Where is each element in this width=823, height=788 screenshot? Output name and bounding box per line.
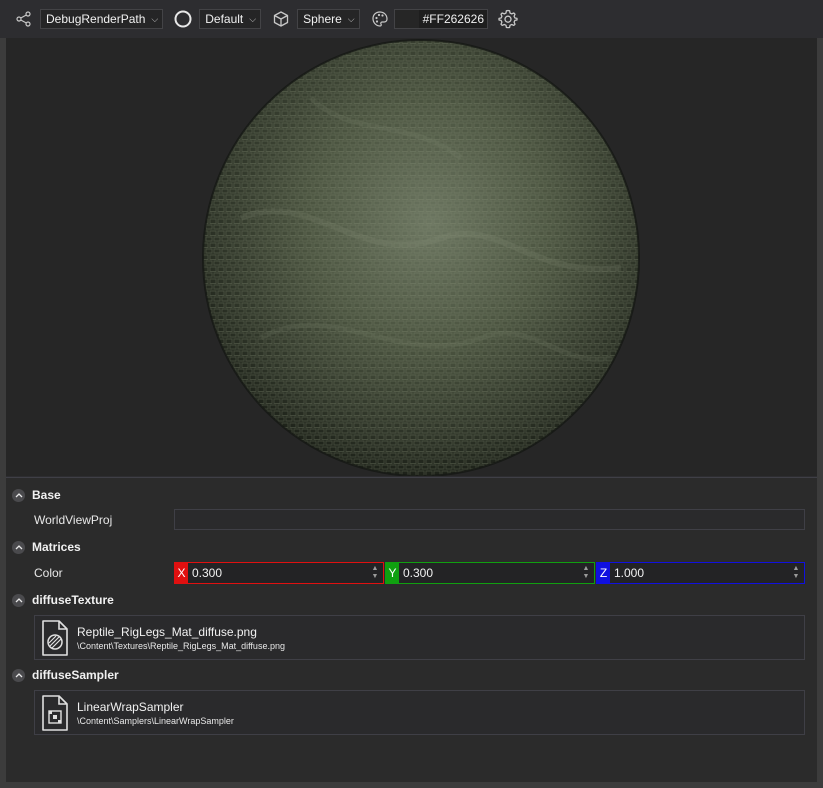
material-properties-panel: Base WorldViewProj Matrices Color X 0.30… bbox=[6, 477, 817, 783]
section-diffuse-texture-header[interactable]: diffuseTexture bbox=[12, 590, 114, 610]
color-z-field[interactable]: Z 1.000 ▲ ▼ bbox=[596, 562, 805, 584]
collapse-chevron-icon[interactable] bbox=[12, 668, 25, 682]
render-path-dropdown[interactable]: DebugRenderPath ⌵ bbox=[40, 9, 164, 29]
sampler-path: \Content\Samplers\LinearWrapSampler bbox=[77, 715, 234, 726]
shading-icon bbox=[173, 9, 193, 29]
bottom-border bbox=[6, 782, 817, 788]
section-matrices-title: Matrices bbox=[32, 540, 81, 554]
color-x-field[interactable]: X 0.300 ▲ ▼ bbox=[174, 562, 384, 584]
section-base-header[interactable]: Base bbox=[12, 485, 61, 505]
render-path-icon bbox=[14, 9, 34, 29]
collapse-chevron-icon[interactable] bbox=[12, 593, 25, 607]
section-base-title: Base bbox=[32, 488, 61, 502]
texture-file-name: Reptile_RigLegs_Mat_diffuse.png bbox=[77, 624, 257, 639]
palette-icon bbox=[370, 9, 390, 29]
spinner-icon[interactable]: ▲ ▼ bbox=[790, 565, 802, 581]
material-preview-viewport[interactable] bbox=[6, 38, 817, 476]
texture-file-path: \Content\Textures\Reptile_RigLegs_Mat_di… bbox=[77, 640, 285, 651]
render-path-value: DebugRenderPath bbox=[46, 12, 146, 26]
section-matrices-header[interactable]: Matrices bbox=[12, 537, 81, 557]
section-diffuse-texture-title: diffuseTexture bbox=[32, 593, 114, 607]
spinner-icon[interactable]: ▲ ▼ bbox=[580, 565, 592, 581]
toolbar: DebugRenderPath ⌵ Default ⌵ Sphere ⌵ #FF… bbox=[0, 0, 823, 38]
mesh-value: Sphere bbox=[303, 12, 342, 26]
section-diffuse-sampler-header[interactable]: diffuseSampler bbox=[12, 665, 119, 685]
color-y-field[interactable]: Y 0.300 ▲ ▼ bbox=[385, 562, 595, 584]
y-axis-label: Y bbox=[386, 562, 399, 584]
spinner-icon[interactable]: ▲ ▼ bbox=[369, 565, 381, 581]
chevron-down-icon: ⌵ bbox=[151, 13, 159, 24]
worldviewproj-field[interactable] bbox=[174, 509, 805, 530]
shading-value: Default bbox=[205, 12, 244, 26]
sampler-name: LinearWrapSampler bbox=[77, 699, 184, 714]
color-z-value[interactable]: 1.000 bbox=[610, 566, 790, 580]
worldviewproj-label: WorldViewProj bbox=[34, 513, 113, 527]
texture-file-icon bbox=[39, 619, 71, 657]
chevron-down-icon: ⌵ bbox=[249, 13, 257, 24]
diffuse-texture-asset[interactable]: Reptile_RigLegs_Mat_diffuse.png \Content… bbox=[34, 615, 805, 660]
chevron-down-icon: ⌵ bbox=[347, 13, 355, 24]
color-y-value[interactable]: 0.300 bbox=[399, 566, 580, 580]
color-label: Color bbox=[34, 566, 63, 580]
mesh-dropdown[interactable]: Sphere ⌵ bbox=[297, 9, 360, 29]
cube-icon bbox=[271, 9, 291, 29]
background-color-value: #FF262626 bbox=[422, 12, 485, 26]
x-axis-label: X bbox=[175, 562, 188, 584]
color-x-value[interactable]: 0.300 bbox=[188, 566, 369, 580]
shading-dropdown[interactable]: Default ⌵ bbox=[199, 9, 262, 29]
right-border bbox=[817, 38, 823, 788]
collapse-chevron-icon[interactable] bbox=[12, 540, 25, 554]
color-swatch[interactable] bbox=[394, 10, 419, 28]
collapse-chevron-icon[interactable] bbox=[12, 488, 25, 502]
sampler-file-icon bbox=[39, 694, 71, 732]
section-diffuse-sampler-title: diffuseSampler bbox=[32, 668, 119, 682]
background-color-field[interactable]: #FF262626 bbox=[393, 9, 489, 29]
settings-gear-icon[interactable] bbox=[498, 9, 518, 29]
preview-sphere bbox=[201, 38, 641, 476]
diffuse-sampler-asset[interactable]: LinearWrapSampler \Content\Samplers\Line… bbox=[34, 690, 805, 735]
z-axis-label: Z bbox=[597, 562, 610, 584]
